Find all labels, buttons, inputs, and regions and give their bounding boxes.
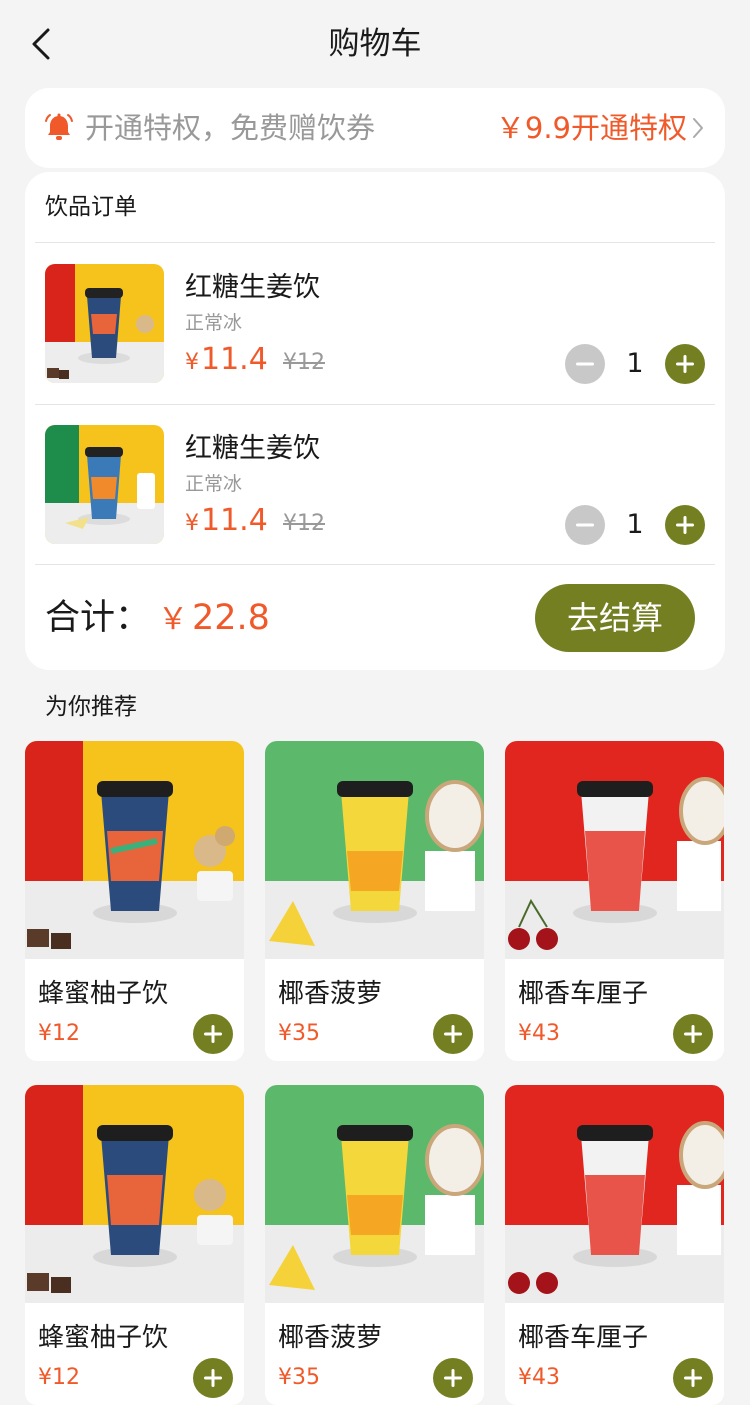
item-price-value: 11.4 [201, 503, 268, 538]
add-to-cart-button[interactable] [193, 1014, 233, 1054]
page-title: 购物车 [328, 26, 422, 62]
divider [35, 242, 715, 243]
item-spec: 正常冰 [185, 312, 243, 334]
decrease-qty-button[interactable] [565, 505, 605, 545]
add-to-cart-button[interactable] [193, 1358, 233, 1398]
item-name: 红糖生姜饮 [185, 433, 320, 464]
total-label: 合计： [45, 598, 151, 638]
add-to-cart-button[interactable] [433, 1358, 473, 1398]
item-original-price: ¥12 [283, 350, 325, 375]
product-name: 椰香车厘子 [518, 979, 649, 1009]
product-name: 蜂蜜柚子饮 [38, 1323, 169, 1353]
quantity-value: 1 [626, 509, 644, 540]
vip-activate-label: ￥9.9开通特权 [495, 111, 687, 145]
add-to-cart-button[interactable] [433, 1014, 473, 1054]
product-photo [265, 1085, 484, 1303]
nav-bar: 购物车 [0, 0, 750, 88]
plus-icon [204, 1369, 222, 1387]
item-price: ¥11.4 [185, 501, 268, 544]
product-price: ¥35 [278, 1021, 320, 1046]
currency-symbol: ￥ [158, 602, 189, 637]
product-price: ¥35 [278, 1365, 320, 1390]
bell-icon [45, 113, 73, 140]
cart-item: 红糖生姜饮 正常冰 ¥11.4 ¥12 1 [25, 244, 725, 404]
product-card[interactable]: 椰香菠萝 ¥35 [265, 741, 484, 1061]
item-name: 红糖生姜饮 [185, 272, 320, 303]
item-spec: 正常冰 [185, 473, 243, 495]
product-photo [265, 741, 484, 959]
recommend-heading: 为你推荐 [45, 694, 137, 720]
item-original-price: ¥12 [283, 511, 325, 536]
product-photo [505, 1085, 724, 1303]
checkout-button[interactable]: 去结算 [535, 584, 695, 652]
product-photo [25, 741, 244, 959]
product-photo [25, 1085, 244, 1303]
decrease-qty-button[interactable] [565, 344, 605, 384]
minus-icon [576, 362, 594, 366]
product-price: ¥12 [38, 1021, 80, 1046]
product-card[interactable]: 椰香车厘子 ¥43 [505, 1085, 724, 1405]
vip-banner[interactable]: 开通特权，免费赠饮券 ￥9.9开通特权 [25, 88, 725, 168]
product-photo [505, 741, 724, 959]
plus-icon [676, 516, 694, 534]
plus-icon [204, 1025, 222, 1043]
product-card[interactable]: 蜂蜜柚子饮 ¥12 [25, 741, 244, 1061]
quantity-value: 1 [626, 348, 644, 379]
plus-icon [676, 355, 694, 373]
cart-item: 红糖生姜饮 正常冰 ¥11.4 ¥12 1 [25, 405, 725, 565]
plus-icon [444, 1025, 462, 1043]
product-thumbnail [45, 425, 164, 544]
product-thumbnail [45, 264, 164, 383]
plus-icon [444, 1369, 462, 1387]
vip-activate-link[interactable]: ￥9.9开通特权 [496, 108, 705, 148]
product-name: 椰香菠萝 [278, 1323, 383, 1353]
plus-icon [684, 1025, 702, 1043]
currency-symbol: ¥ [185, 511, 199, 536]
drink-orders-card: 饮品订单 红糖生姜饮 正常冰 ¥11.4 ¥12 1 红糖生姜饮 正常冰 ¥11… [25, 172, 725, 670]
product-name: 椰香菠萝 [278, 979, 383, 1009]
total-amount: ￥ 22.8 [158, 598, 270, 638]
orders-heading: 饮品订单 [45, 194, 137, 220]
product-name: 椰香车厘子 [518, 1323, 649, 1353]
product-price: ¥43 [518, 1021, 560, 1046]
divider [35, 564, 715, 565]
plus-icon [684, 1369, 702, 1387]
product-name: 蜂蜜柚子饮 [38, 979, 169, 1009]
minus-icon [576, 523, 594, 527]
vip-banner-text: 开通特权，免费赠饮券 [85, 111, 376, 145]
product-card[interactable]: 椰香菠萝 ¥35 [265, 1085, 484, 1405]
currency-symbol: ¥ [185, 350, 199, 375]
add-to-cart-button[interactable] [673, 1014, 713, 1054]
product-card[interactable]: 蜂蜜柚子饮 ¥12 [25, 1085, 244, 1405]
product-price: ¥12 [38, 1365, 80, 1390]
order-total: 合计： ￥ 22.8 [45, 594, 270, 644]
increase-qty-button[interactable] [665, 344, 705, 384]
item-price: ¥11.4 [185, 340, 268, 383]
product-card[interactable]: 椰香车厘子 ¥43 [505, 741, 724, 1061]
chevron-right-icon [693, 118, 703, 138]
item-price-value: 11.4 [201, 342, 268, 377]
product-price: ¥43 [518, 1365, 560, 1390]
total-amount-value: 22.8 [192, 598, 270, 638]
add-to-cart-button[interactable] [673, 1358, 713, 1398]
increase-qty-button[interactable] [665, 505, 705, 545]
